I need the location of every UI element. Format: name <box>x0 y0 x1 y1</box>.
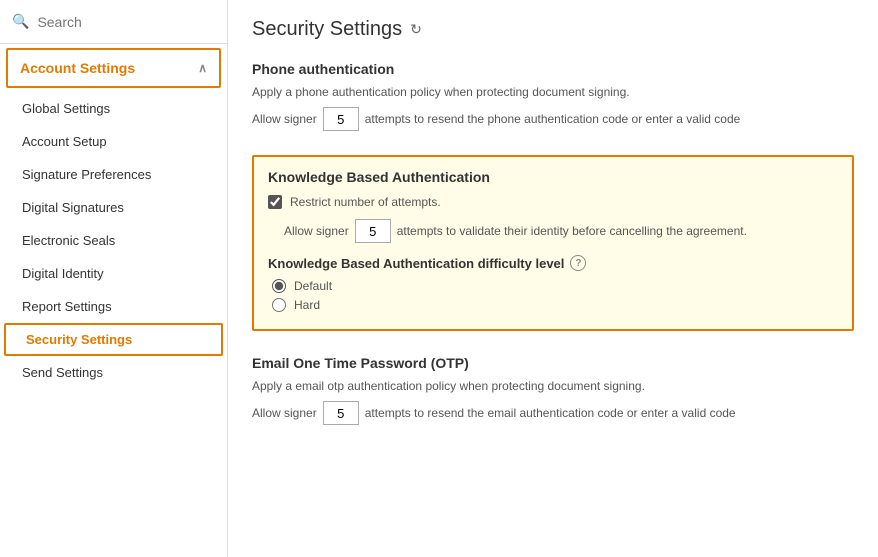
search-input[interactable] <box>37 14 215 30</box>
account-settings-header[interactable]: Account Settings ∧ <box>6 48 221 88</box>
search-bar: 🔍 <box>0 0 227 44</box>
sidebar-item-account-setup[interactable]: Account Setup <box>0 125 227 158</box>
otp-title: Email One Time Password (OTP) <box>252 355 854 371</box>
kba-restrict-checkbox[interactable] <box>268 195 282 209</box>
page-title-row: Security Settings ↻ <box>252 18 854 41</box>
kba-restrict-row: Restrict number of attempts. <box>268 195 838 209</box>
otp-desc: Apply a email otp authentication policy … <box>252 379 854 393</box>
sidebar-nav: Global Settings Account Setup Signature … <box>0 92 227 557</box>
sidebar-item-digital-signatures[interactable]: Digital Signatures <box>0 191 227 224</box>
sidebar-item-digital-identity[interactable]: Digital Identity <box>0 257 227 290</box>
kba-title: Knowledge Based Authentication <box>268 169 838 185</box>
sidebar-item-security-settings[interactable]: Security Settings <box>4 323 223 356</box>
kba-allow-prefix: Allow signer <box>284 224 349 238</box>
kba-allow-suffix: attempts to validate their identity befo… <box>397 224 747 238</box>
kba-difficulty-title-row: Knowledge Based Authentication difficult… <box>268 255 838 271</box>
phone-auth-allow-prefix: Allow signer <box>252 112 317 126</box>
sidebar-item-report-settings[interactable]: Report Settings <box>0 290 227 323</box>
sidebar: 🔍 Account Settings ∧ Global Settings Acc… <box>0 0 228 557</box>
chevron-up-icon: ∧ <box>198 61 207 75</box>
phone-auth-section: Phone authentication Apply a phone authe… <box>252 61 854 131</box>
refresh-icon[interactable]: ↻ <box>410 21 422 38</box>
kba-section: Knowledge Based Authentication Restrict … <box>252 155 854 331</box>
otp-allow-prefix: Allow signer <box>252 406 317 420</box>
kba-radio-default-input[interactable] <box>272 279 286 293</box>
phone-auth-attempts-input[interactable] <box>323 107 359 131</box>
kba-radio-hard-label: Hard <box>294 298 320 312</box>
search-icon: 🔍 <box>12 13 29 30</box>
kba-help-icon[interactable]: ? <box>570 255 586 271</box>
otp-attempts-input[interactable] <box>323 401 359 425</box>
kba-attempts-input[interactable] <box>355 219 391 243</box>
kba-radio-default-label: Default <box>294 279 332 293</box>
kba-radio-hard-input[interactable] <box>272 298 286 312</box>
account-settings-label: Account Settings <box>20 60 135 76</box>
kba-restrict-label: Restrict number of attempts. <box>290 195 441 209</box>
kba-difficulty-label: Knowledge Based Authentication difficult… <box>268 256 564 271</box>
sidebar-item-global-settings[interactable]: Global Settings <box>0 92 227 125</box>
kba-radio-hard: Hard <box>268 298 838 312</box>
sidebar-item-signature-preferences[interactable]: Signature Preferences <box>0 158 227 191</box>
phone-auth-desc: Apply a phone authentication policy when… <box>252 85 854 99</box>
phone-auth-allow-row: Allow signer attempts to resend the phon… <box>252 107 854 131</box>
otp-allow-row: Allow signer attempts to resend the emai… <box>252 401 854 425</box>
otp-section: Email One Time Password (OTP) Apply a em… <box>252 355 854 425</box>
main-content: Security Settings ↻ Phone authentication… <box>228 0 878 557</box>
sidebar-item-electronic-seals[interactable]: Electronic Seals <box>0 224 227 257</box>
otp-allow-suffix: attempts to resend the email authenticat… <box>365 406 736 420</box>
page-title-text: Security Settings <box>252 18 402 41</box>
phone-auth-title: Phone authentication <box>252 61 854 77</box>
kba-radio-default: Default <box>268 279 838 293</box>
kba-allow-row: Allow signer attempts to validate their … <box>268 219 838 243</box>
phone-auth-allow-suffix: attempts to resend the phone authenticat… <box>365 112 741 126</box>
sidebar-item-send-settings[interactable]: Send Settings <box>0 356 227 389</box>
